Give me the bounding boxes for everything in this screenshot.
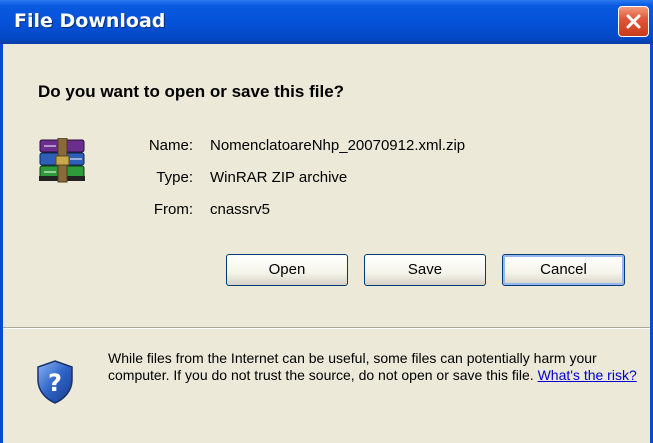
svg-text:?: ? <box>48 369 62 397</box>
warning-text: While files from the Internet can be use… <box>108 350 597 383</box>
security-shield-icon: ? <box>37 360 73 404</box>
close-button[interactable] <box>618 6 649 37</box>
name-label: Name: <box>148 137 193 154</box>
close-icon <box>626 14 641 29</box>
section-divider-highlight <box>3 328 650 329</box>
whats-the-risk-link[interactable]: What's the risk? <box>538 367 637 383</box>
file-name-value: NomenclatoareNhp_20070912.xml.zip <box>210 137 466 154</box>
dialog-question: Do you want to open or save this file? <box>38 82 345 101</box>
window-title: File Download <box>14 10 166 32</box>
type-label: Type: <box>156 169 193 186</box>
file-type-value: WinRAR ZIP archive <box>210 169 348 186</box>
from-label: From: <box>153 201 193 218</box>
file-source-value: cnassrv5 <box>210 201 271 218</box>
winrar-archive-icon <box>39 138 85 183</box>
window-border-left <box>0 44 3 443</box>
security-warning: While files from the Internet can be use… <box>108 350 638 384</box>
cancel-button[interactable]: Cancel <box>502 254 625 286</box>
open-button[interactable]: Open <box>226 254 348 286</box>
save-button[interactable]: Save <box>364 254 486 286</box>
title-bar[interactable]: File Download <box>0 0 653 44</box>
file-download-dialog: File Download Do you want to open or sav… <box>0 0 653 443</box>
